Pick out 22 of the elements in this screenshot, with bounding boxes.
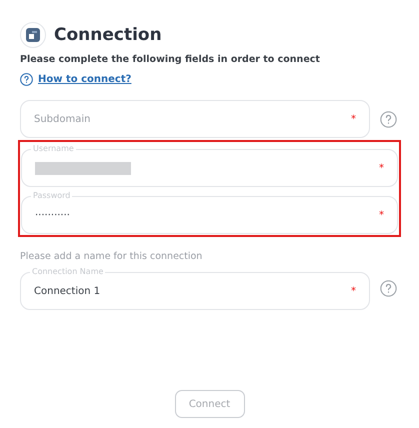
input-field[interactable]: Username *: [21, 143, 398, 187]
help-icon[interactable]: [380, 110, 397, 128]
name-prompt: Please add a name for this connection: [20, 251, 204, 262]
input-field[interactable]: Subdomain *: [20, 100, 370, 138]
help-icon: [20, 73, 33, 86]
required-mark: *: [379, 210, 384, 220]
input-field[interactable]: Connection Name Connection 1 *: [20, 266, 370, 310]
required-mark: *: [351, 114, 356, 124]
field-label: Connection Name: [30, 267, 106, 277]
field-value: ···········: [35, 210, 71, 220]
help-icon[interactable]: [380, 280, 397, 296]
placeholder-text: Subdomain: [34, 114, 92, 124]
help-link[interactable]: How to connect?: [38, 74, 132, 85]
page-title: Connection: [54, 25, 162, 45]
field-label: Username: [31, 144, 76, 154]
input-field[interactable]: Password ··········· *: [21, 190, 398, 234]
required-mark: *: [379, 162, 384, 174]
field-value: Connection 1: [34, 286, 102, 296]
instructions-text: Please complete the following fields in order to connect: [20, 54, 321, 65]
field-label: Password: [31, 191, 72, 201]
app-logo: [20, 22, 46, 48]
required-mark: *: [351, 286, 356, 296]
